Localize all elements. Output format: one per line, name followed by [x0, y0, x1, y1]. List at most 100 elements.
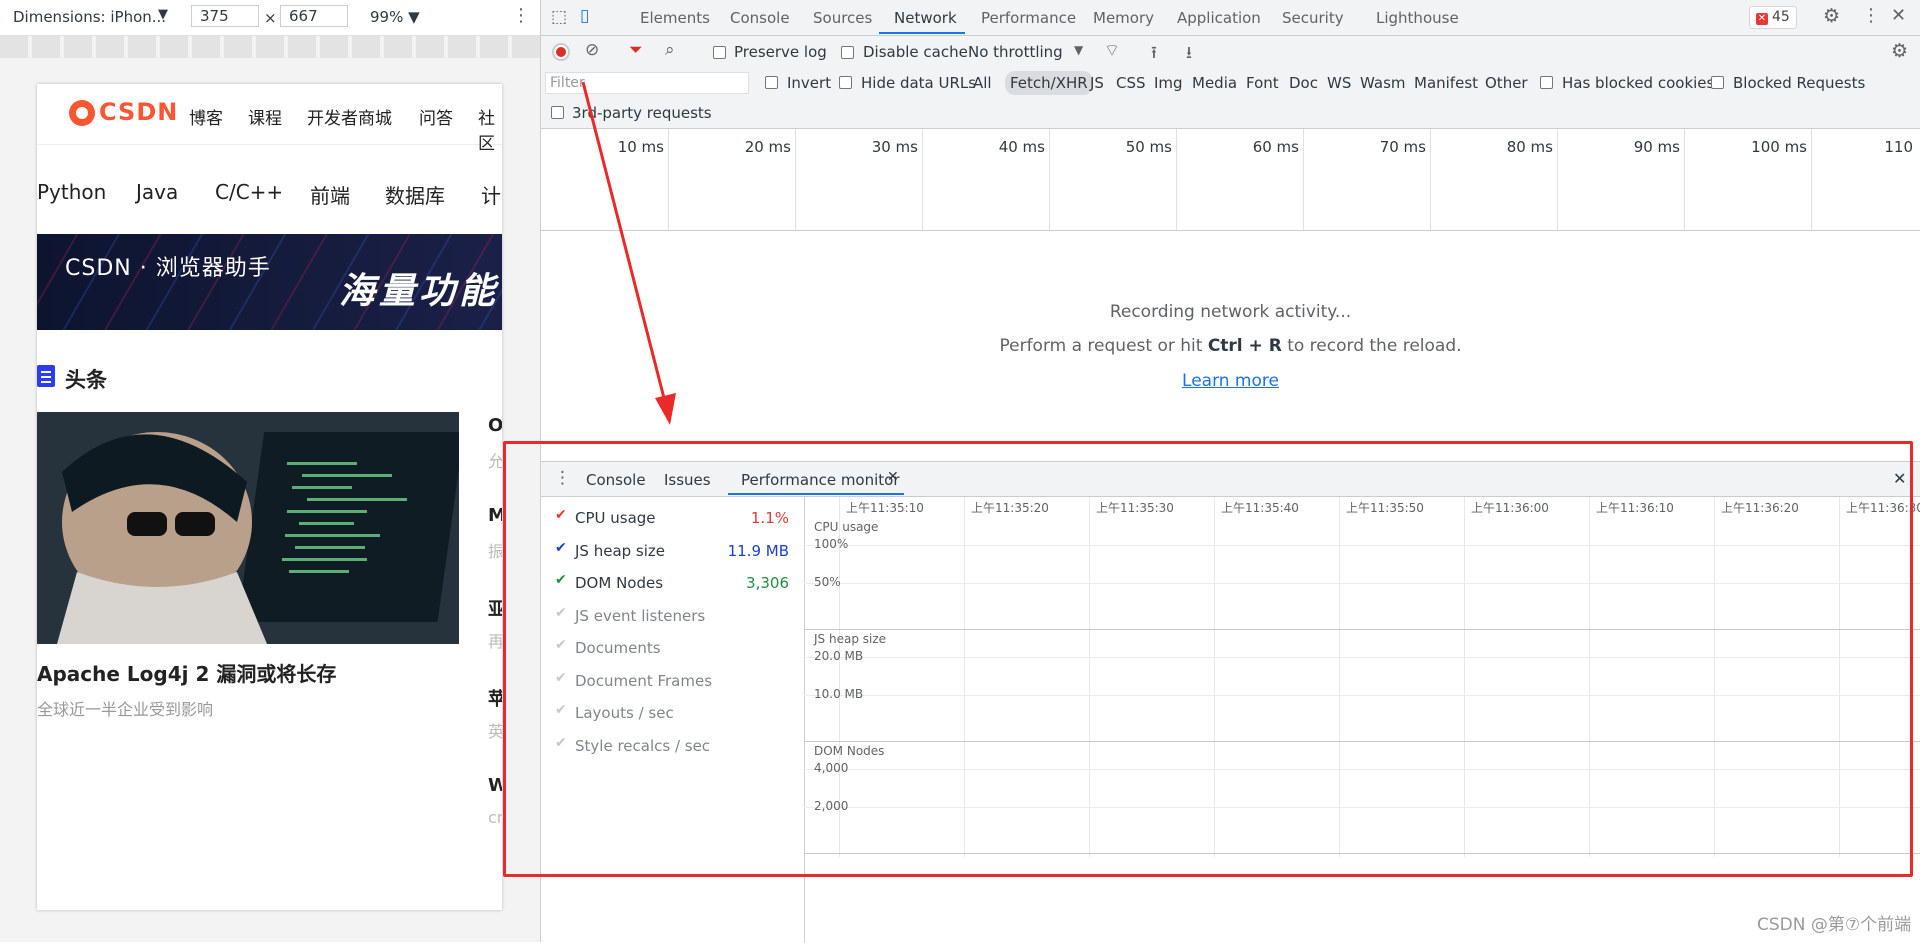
hide-data-urls-checkbox[interactable]	[839, 76, 852, 89]
drawer-tab-performance-monitor[interactable]: Performance monitor	[741, 471, 900, 489]
category-java[interactable]: Java	[136, 180, 178, 204]
nav-store[interactable]: 开发者商城	[307, 104, 392, 129]
type-fetch-xhr[interactable]: Fetch/XHR	[1005, 71, 1093, 95]
download-icon[interactable]: ⭳	[1186, 40, 1192, 69]
device-toolbar-icon[interactable]: ▯	[580, 6, 589, 26]
blocked-cookies-checkbox[interactable]	[1540, 76, 1553, 89]
dimensions-select[interactable]: Dimensions: iPhon...	[13, 8, 166, 26]
search-icon[interactable]: ⌕	[665, 40, 675, 60]
nav-course[interactable]: 课程	[248, 104, 282, 129]
filter-icon[interactable]: ⏷	[629, 40, 643, 60]
metric-row[interactable]: ✔ DOM Nodes 3,306	[555, 572, 789, 596]
nav-blog[interactable]: 博客	[189, 104, 223, 129]
inspect-element-icon[interactable]: ⬚	[551, 7, 567, 27]
side-item-title[interactable]: O	[488, 415, 502, 436]
side-item-title[interactable]: M	[488, 505, 502, 526]
type-all[interactable]: All	[973, 74, 992, 92]
more-options-icon[interactable]: ⋮	[554, 468, 571, 488]
check-icon[interactable]: ✔	[555, 605, 567, 621]
promo-banner[interactable]: CSDN · 浏览器助手 海量功能	[37, 234, 502, 330]
media-query-ruler[interactable]	[0, 36, 540, 58]
type-manifest[interactable]: Manifest	[1414, 74, 1478, 92]
check-icon[interactable]: ✔	[555, 572, 567, 588]
type-wasm[interactable]: Wasm	[1360, 74, 1406, 92]
category-frontend[interactable]: 前端	[310, 180, 350, 209]
side-item-title[interactable]: 苹	[488, 685, 502, 711]
type-media[interactable]: Media	[1192, 74, 1237, 92]
performance-graph[interactable]: 上午11:35:10 上午11:35:20 上午11:35:30 上午11:35:40…	[804, 497, 1920, 943]
learn-more-text[interactable]: Learn more	[1182, 371, 1279, 391]
zoom-select[interactable]: 99% ▼	[370, 8, 420, 26]
category-python[interactable]: Python	[37, 180, 106, 204]
more-options-icon[interactable]: ⋮	[512, 5, 530, 26]
error-count-badge[interactable]: ✕ 45	[1749, 6, 1797, 29]
tab-performance[interactable]: Performance	[981, 9, 1076, 27]
tab-security[interactable]: Security	[1282, 9, 1344, 27]
chevron-down-icon[interactable]: ▼	[158, 7, 168, 22]
check-icon[interactable]: ✔	[555, 702, 567, 718]
check-icon[interactable]: ✔	[555, 670, 567, 686]
metric-row[interactable]: ✔ JS heap size 11.9 MB	[555, 540, 789, 564]
type-other[interactable]: Other	[1485, 74, 1528, 92]
side-item-title[interactable]: 亚	[488, 595, 502, 621]
tab-elements[interactable]: Elements	[640, 9, 710, 27]
metric-row[interactable]: ✔ Documents	[555, 637, 789, 661]
tab-lighthouse[interactable]: Lighthouse	[1376, 9, 1459, 27]
third-party-checkbox[interactable]	[551, 106, 564, 119]
mobile-viewport[interactable]: CSDN 博客 课程 开发者商城 问答 社区 Python Java C/C++…	[37, 84, 502, 910]
type-css[interactable]: CSS	[1116, 74, 1146, 92]
network-overview-timeline[interactable]: 10 ms 20 ms 30 ms 40 ms 50 ms 60 ms 70 m…	[541, 129, 1920, 231]
hero-title[interactable]: Apache Log4j 2 漏洞或将长存	[37, 658, 336, 687]
type-ws[interactable]: WS	[1327, 74, 1351, 92]
tab-memory[interactable]: Memory	[1093, 9, 1154, 27]
category-database[interactable]: 数据库	[385, 180, 445, 209]
tab-network[interactable]: Network	[894, 9, 957, 27]
metric-row[interactable]: ✔ CPU usage 1.1%	[555, 507, 789, 531]
metric-row[interactable]: ✔ Style recalcs / sec	[555, 735, 789, 759]
type-doc[interactable]: Doc	[1289, 74, 1318, 92]
tab-sources[interactable]: Sources	[813, 9, 872, 27]
tab-application[interactable]: Application	[1177, 9, 1261, 27]
nav-community[interactable]: 社区	[478, 104, 502, 154]
preserve-log-checkbox[interactable]	[713, 46, 726, 59]
check-icon[interactable]: ✔	[555, 540, 567, 556]
drawer-tab-console[interactable]: Console	[586, 471, 646, 489]
check-icon[interactable]: ✔	[555, 507, 567, 523]
learn-more-link[interactable]: Learn more	[541, 371, 1920, 391]
throttling-select[interactable]: No throttling	[968, 43, 1063, 61]
blocked-requests-checkbox[interactable]	[1711, 76, 1724, 89]
metric-row[interactable]: ✔ Document Frames	[555, 670, 789, 694]
check-icon[interactable]: ✔	[555, 637, 567, 653]
network-conditions-icon[interactable]: ⌔	[1104, 40, 1120, 61]
hero-image[interactable]	[37, 412, 459, 644]
filter-input[interactable]: Filter	[545, 72, 749, 94]
type-font[interactable]: Font	[1246, 74, 1279, 92]
chevron-down-icon[interactable]: ▼	[1074, 43, 1083, 57]
csdn-logo[interactable]: CSDN	[69, 98, 178, 126]
more-options-icon[interactable]: ⋮	[1862, 5, 1880, 26]
side-item-title[interactable]: W	[488, 775, 502, 796]
close-tab-icon[interactable]: ✕	[887, 469, 899, 485]
type-img[interactable]: Img	[1154, 74, 1183, 92]
height-input[interactable]: 667	[280, 5, 348, 27]
type-js[interactable]: JS	[1090, 74, 1104, 92]
category-c[interactable]: C/C++	[215, 180, 283, 204]
invert-checkbox[interactable]	[765, 76, 778, 89]
close-drawer-icon[interactable]: ✕	[1893, 469, 1906, 488]
close-icon[interactable]: ✕	[1891, 5, 1906, 26]
clear-icon[interactable]: ⊘	[585, 40, 599, 60]
width-input[interactable]: 375	[191, 5, 259, 27]
tab-console[interactable]: Console	[730, 9, 790, 27]
category-more[interactable]: 计	[481, 180, 501, 209]
drawer-tab-issues[interactable]: Issues	[664, 471, 711, 489]
gear-icon[interactable]: ⚙	[1891, 40, 1908, 62]
metric-row[interactable]: ✔ Layouts / sec	[555, 702, 789, 726]
check-icon[interactable]: ✔	[555, 735, 567, 751]
upload-icon[interactable]: ⭱	[1151, 40, 1157, 69]
disable-cache-checkbox[interactable]	[841, 46, 854, 59]
tick-label: 10 ms	[617, 138, 664, 156]
gear-icon[interactable]: ⚙	[1823, 5, 1840, 27]
nav-qa[interactable]: 问答	[419, 104, 453, 129]
metric-row[interactable]: ✔ JS event listeners	[555, 605, 789, 629]
record-button[interactable]	[552, 43, 570, 61]
